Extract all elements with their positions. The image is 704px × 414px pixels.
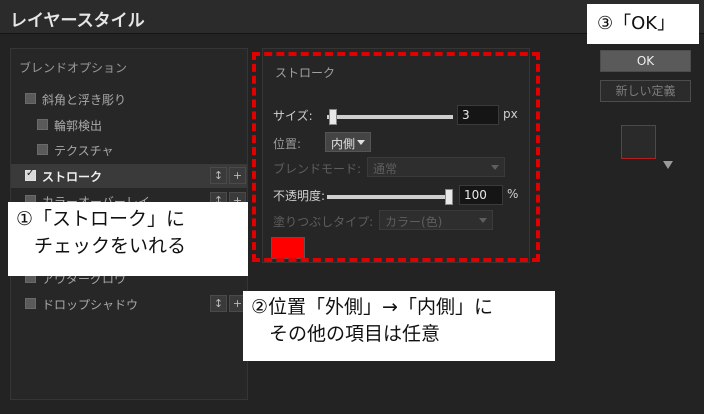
annotation-step2: ②位置「外側」→「内側」に その他の項目は任意: [243, 291, 555, 361]
style-list-item-label: 輪郭検出: [54, 119, 103, 133]
style-list-item[interactable]: ドロップシャドウ ↕ +: [11, 292, 247, 316]
new-style-button[interactable]: 新しい定義: [600, 80, 691, 102]
style-list-item-label: 斜角と浮き彫り: [42, 93, 127, 107]
style-list-item[interactable]: ストローク ↕+: [11, 164, 247, 188]
layer-style-dialog: レイヤースタイル ブレンドオプション 斜角と浮き彫り輪郭検出テクスチャストローク…: [0, 0, 704, 414]
highlight-frame: [252, 52, 540, 262]
blend-options-item[interactable]: ブレンドオプション: [19, 59, 127, 76]
style-list-item-label: ドロップシャドウ: [42, 298, 139, 312]
checkbox[interactable]: [25, 298, 36, 309]
triangle-down-icon: [663, 161, 673, 169]
annotation-step3-line1: ③「OK」: [597, 13, 676, 34]
style-list-item[interactable]: テクスチャ: [11, 138, 247, 162]
annotation-step1-line1: ①「ストローク」に: [16, 208, 186, 230]
annotation-step1: ①「ストローク」に チェックをいれる: [8, 202, 248, 276]
annotation-step2-line1: ②位置「外側」→「内側」に: [251, 296, 493, 318]
annotation-step2-line2: その他の項目は任意: [269, 323, 441, 345]
checkbox[interactable]: [37, 119, 48, 130]
style-list-item-label: テクスチャ: [54, 144, 114, 158]
style-list-item[interactable]: 輪郭検出: [11, 113, 247, 137]
checkbox[interactable]: [37, 144, 48, 155]
checkbox[interactable]: [25, 93, 36, 104]
annotation-step1-line2: チェックをいれる: [34, 235, 187, 257]
reorder-icon[interactable]: ↕: [210, 167, 227, 184]
ok-button[interactable]: OK: [600, 50, 691, 72]
style-preview: [621, 125, 656, 159]
style-list-item-label: ストローク: [42, 170, 103, 184]
add-icon[interactable]: +: [229, 167, 246, 184]
annotation-step3: ③「OK」: [587, 4, 699, 44]
style-list-item[interactable]: 斜角と浮き彫り: [11, 87, 247, 111]
dialog-title: レイヤースタイル: [10, 11, 145, 31]
checkbox-checked[interactable]: [25, 168, 36, 181]
reorder-icon[interactable]: ↕: [210, 295, 227, 312]
